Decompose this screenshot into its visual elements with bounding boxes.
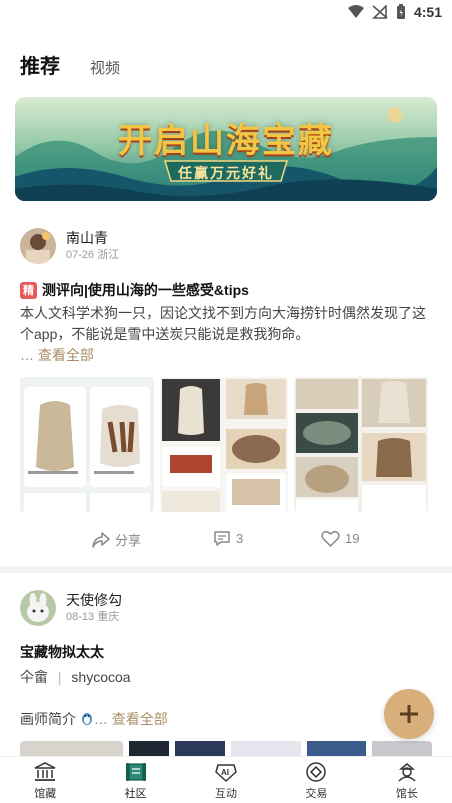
post-header: 天使修勾 08-13 重庆 bbox=[20, 590, 122, 626]
post-image-gallery[interactable] bbox=[20, 377, 428, 512]
like-button[interactable]: 19 bbox=[321, 530, 359, 547]
ellipsis: … bbox=[93, 711, 108, 727]
post-image[interactable] bbox=[294, 377, 428, 512]
comment-icon bbox=[214, 531, 230, 546]
no-signal-icon bbox=[372, 5, 388, 19]
post-header: 南山青 07-26 浙江 bbox=[20, 228, 119, 264]
intro-text: 画师简介 bbox=[20, 711, 76, 727]
share-button[interactable]: 分享 bbox=[92, 530, 141, 549]
bottom-nav: 馆藏 社区 AI 互动 交易 馆长 bbox=[0, 756, 452, 803]
plus-icon bbox=[400, 705, 418, 723]
svg-text:AI: AI bbox=[221, 768, 229, 777]
post-meta: 07-26 浙江 bbox=[66, 249, 120, 261]
avatar[interactable] bbox=[20, 228, 56, 264]
section-divider bbox=[0, 566, 452, 573]
post-body-line1b: shycocoa bbox=[71, 669, 131, 685]
battery-icon bbox=[396, 4, 405, 19]
top-tabs: 推荐 视频 bbox=[20, 50, 120, 79]
ellipsis: … bbox=[20, 347, 34, 363]
scroll-icon bbox=[125, 763, 146, 781]
post-title[interactable]: 宝藏物拟太太 bbox=[20, 642, 104, 662]
nav-interact[interactable]: AI 互动 bbox=[181, 757, 271, 803]
post-image[interactable] bbox=[20, 377, 154, 512]
avatar[interactable] bbox=[20, 590, 56, 626]
like-count: 19 bbox=[345, 531, 360, 546]
nav-community[interactable]: 社区 bbox=[90, 757, 180, 803]
post-title[interactable]: 精 测评向|使用山海的一些感受&tips bbox=[20, 280, 249, 300]
post-image[interactable] bbox=[230, 741, 301, 756]
create-post-button[interactable] bbox=[384, 689, 434, 739]
promo-banner[interactable]: 开启山海宝藏 任赢万元好礼 bbox=[15, 97, 437, 201]
share-label: 分享 bbox=[115, 533, 142, 548]
post-body-intro[interactable]: 画师简介 … 查看全部 bbox=[20, 709, 430, 730]
nav-curator[interactable]: 馆长 bbox=[362, 757, 452, 803]
nav-label: 互动 bbox=[215, 788, 238, 800]
status-bar: 4:51 bbox=[0, 0, 452, 26]
post-meta: 08-13 重庆 bbox=[66, 611, 120, 623]
post-image[interactable] bbox=[160, 377, 288, 512]
post-title-text: 测评向|使用山海的一些感受&tips bbox=[42, 282, 249, 298]
post-image-gallery[interactable] bbox=[20, 741, 432, 756]
post-image[interactable] bbox=[372, 741, 432, 756]
see-all-link[interactable]: 查看全部 bbox=[112, 711, 168, 727]
author-name[interactable]: 南山青 bbox=[66, 229, 119, 247]
wifi-icon bbox=[347, 5, 364, 18]
post-body-text: 本人文科学术狗一只，因论文找不到方向大海捞针时偶然发现了这个app，不能说是雪中… bbox=[20, 305, 426, 342]
museum-icon bbox=[34, 762, 56, 781]
post-image[interactable] bbox=[129, 741, 170, 756]
nav-collection[interactable]: 馆藏 bbox=[0, 757, 90, 803]
nav-trade[interactable]: 交易 bbox=[271, 757, 361, 803]
post-image[interactable] bbox=[175, 741, 225, 756]
nav-label: 社区 bbox=[124, 788, 147, 800]
ai-icon: AI bbox=[215, 764, 237, 782]
author-name[interactable]: 天使修勾 bbox=[66, 591, 122, 609]
post-actions: 分享 3 19 bbox=[0, 530, 452, 554]
nav-label: 馆长 bbox=[395, 788, 418, 800]
tab-recommend[interactable]: 推荐 bbox=[20, 50, 60, 79]
banner-title: 开启山海宝藏 bbox=[118, 121, 334, 161]
comment-count: 3 bbox=[236, 531, 244, 546]
post-image[interactable] bbox=[20, 741, 124, 756]
post-title-text: 宝藏物拟太太 bbox=[20, 644, 104, 660]
nav-label: 交易 bbox=[305, 788, 328, 800]
status-time: 4:51 bbox=[413, 4, 442, 20]
heart-icon bbox=[321, 530, 340, 547]
see-all-link[interactable]: 查看全部 bbox=[38, 347, 94, 363]
coin-icon bbox=[306, 762, 327, 782]
banner-subtitle: 任赢万元好礼 bbox=[178, 165, 274, 181]
comment-button[interactable]: 3 bbox=[213, 530, 243, 547]
nav-label: 馆藏 bbox=[34, 788, 57, 800]
penguin-icon bbox=[81, 713, 92, 725]
post-image[interactable] bbox=[306, 741, 367, 756]
tab-video[interactable]: 视频 bbox=[90, 57, 120, 78]
post-body-line1a: 仐畲 bbox=[20, 669, 48, 685]
post-body[interactable]: 仐畲 | shycocoa bbox=[20, 667, 430, 688]
curator-icon bbox=[398, 763, 416, 782]
post-body[interactable]: 本人文科学术狗一只，因论文找不到方向大海捞针时偶然发现了这个app，不能说是雪中… bbox=[20, 303, 430, 366]
featured-badge: 精 bbox=[20, 281, 37, 299]
share-icon bbox=[92, 531, 110, 548]
